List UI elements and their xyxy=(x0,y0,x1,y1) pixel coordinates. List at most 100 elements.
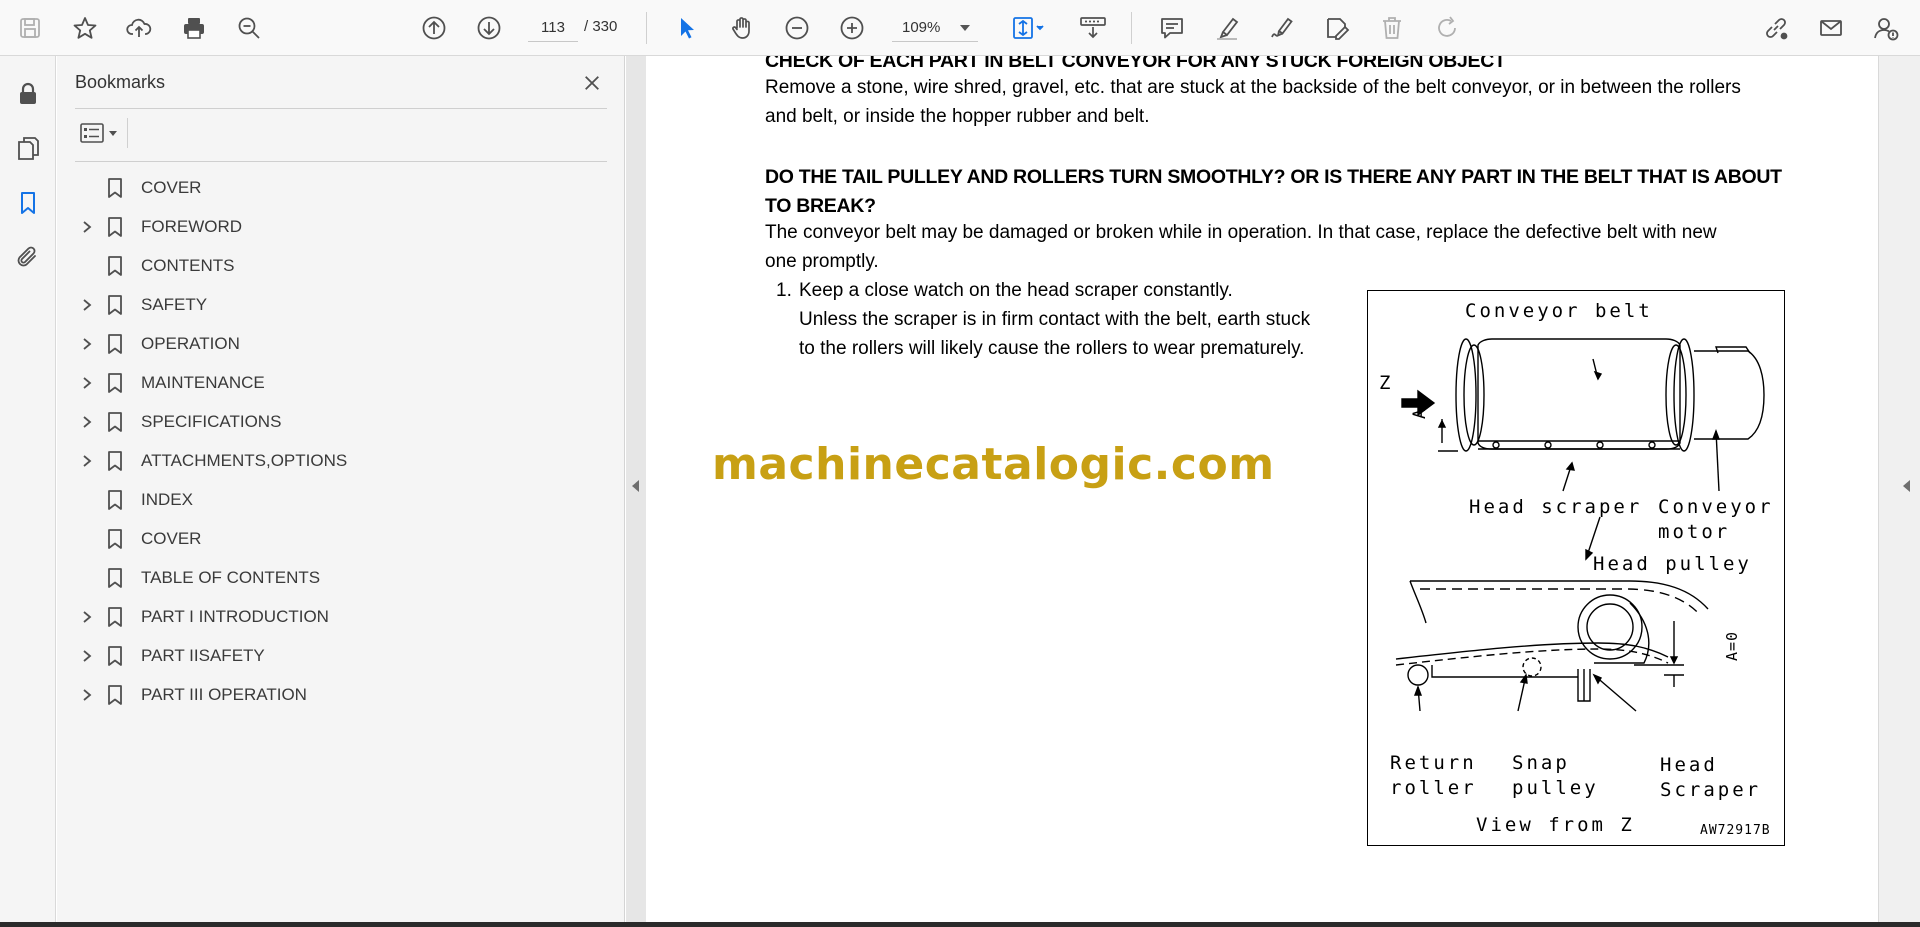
bookmark-icon xyxy=(103,526,127,552)
scroll-mode-icon[interactable] xyxy=(1075,12,1111,44)
chevron-right-icon[interactable] xyxy=(75,605,99,629)
bookmark-icon xyxy=(103,175,127,201)
email-icon[interactable] xyxy=(1815,12,1847,44)
bookmark-icon xyxy=(103,292,127,318)
bookmark-label: PART I INTRODUCTION xyxy=(141,606,329,626)
bookmark-label: CONTENTS xyxy=(141,255,235,275)
conveyor-belt-label: Conveyor belt xyxy=(1465,300,1653,322)
z-label: Z xyxy=(1379,372,1394,394)
bookmark-options-button[interactable] xyxy=(75,118,123,148)
select-arrow-icon[interactable] xyxy=(671,12,703,44)
chevron-down-icon xyxy=(960,24,970,31)
bookmark-icon xyxy=(103,565,127,591)
heading-tail-pulley: TO BREAK? xyxy=(765,195,876,217)
highlight-icon[interactable] xyxy=(1211,12,1243,44)
return-roller-label: roller xyxy=(1390,777,1477,799)
account-icon[interactable] xyxy=(1870,12,1902,44)
bookmark-item[interactable]: COVER xyxy=(75,519,607,558)
bookmarks-panel: Bookmarks COVER FOREWORD CONTENTS SAFETY OPE… xyxy=(57,56,625,922)
upload-icon[interactable] xyxy=(123,12,155,44)
bookmark-label: ATTACHMENTS,OPTIONS xyxy=(141,450,348,470)
bookmark-item[interactable]: SAFETY xyxy=(75,285,607,324)
watermark: machinecatalogic.com xyxy=(712,439,1275,490)
bookmark-item[interactable]: ATTACHMENTS,OPTIONS xyxy=(75,441,607,480)
close-icon[interactable] xyxy=(577,68,607,98)
page-down-icon[interactable] xyxy=(473,12,505,44)
bookmark-item[interactable]: MAINTENANCE xyxy=(75,363,607,402)
chevron-right-icon[interactable] xyxy=(75,371,99,395)
zoom-out-icon[interactable] xyxy=(781,12,813,44)
bookmark-item[interactable]: PART IISAFETY xyxy=(75,636,607,675)
bookmarks-icon[interactable] xyxy=(12,187,44,219)
bookmark-icon xyxy=(103,214,127,240)
hand-icon[interactable] xyxy=(726,12,758,44)
zoom-dropdown[interactable]: 109% xyxy=(892,14,978,42)
chevron-right-icon[interactable] xyxy=(75,410,99,434)
redo-icon[interactable] xyxy=(1431,12,1463,44)
bookmark-icon xyxy=(103,448,127,474)
heading-stuck-object: CHECK OF EACH PART IN BELT CONVEYOR FOR … xyxy=(765,56,1506,72)
bookmark-icon xyxy=(103,643,127,669)
page-number-input[interactable] xyxy=(528,14,578,42)
bookmark-label: FOREWORD xyxy=(141,216,243,236)
chevron-right-icon[interactable] xyxy=(75,332,99,356)
toolbar-divider xyxy=(1131,12,1132,44)
collapse-left-icon[interactable] xyxy=(632,480,639,492)
chevron-right-icon[interactable] xyxy=(75,215,99,239)
bookmark-icon xyxy=(103,409,127,435)
fill-sign-icon[interactable] xyxy=(1321,12,1353,44)
chevron-right-icon[interactable] xyxy=(75,683,99,707)
lock-icon[interactable] xyxy=(12,78,44,110)
save-icon[interactable] xyxy=(14,12,46,44)
bookmark-label: PART IISAFETY xyxy=(141,645,265,665)
bookmark-item[interactable]: CONTENTS xyxy=(75,246,607,285)
expand-right-pane-icon[interactable] xyxy=(1903,480,1910,492)
pages-icon[interactable] xyxy=(12,132,44,164)
chevron-right-icon[interactable] xyxy=(75,449,99,473)
bookmark-label: PART III OPERATION xyxy=(141,684,307,704)
bookmark-icon xyxy=(103,331,127,357)
zoom-value: 109% xyxy=(902,19,941,36)
bookmark-label: TABLE OF CONTENTS xyxy=(141,567,321,587)
panel-splitter[interactable] xyxy=(626,56,646,922)
share-link-icon[interactable] xyxy=(1760,12,1792,44)
bookmark-item[interactable]: PART I INTRODUCTION xyxy=(75,597,607,636)
chevron-right-icon[interactable] xyxy=(75,293,99,317)
star-icon[interactable] xyxy=(69,12,101,44)
document-page: CHECK OF EACH PART IN BELT CONVEYOR FOR … xyxy=(646,56,1878,922)
taskbar-edge xyxy=(0,922,1920,927)
bookmark-item[interactable]: INDEX xyxy=(75,480,607,519)
sign-icon[interactable] xyxy=(1266,12,1298,44)
zoom-in-icon[interactable] xyxy=(836,12,868,44)
head-pulley-label: Head pulley xyxy=(1593,553,1752,575)
find-icon[interactable] xyxy=(233,12,265,44)
bookmark-item[interactable]: OPERATION xyxy=(75,324,607,363)
bookmark-item[interactable]: SPECIFICATIONS xyxy=(75,402,607,441)
bookmark-item[interactable]: TABLE OF CONTENTS xyxy=(75,558,607,597)
print-icon[interactable] xyxy=(178,12,210,44)
paragraph-line: Remove a stone, wire shred, gravel, etc.… xyxy=(765,77,1741,98)
main-toolbar: / 330 109% xyxy=(0,0,1920,56)
return-roller-label: Return xyxy=(1390,752,1477,774)
heading-tail-pulley: DO THE TAIL PULLEY AND ROLLERS TURN SMOO… xyxy=(765,166,1782,188)
chevron-right-icon[interactable] xyxy=(75,644,99,668)
fit-page-icon[interactable] xyxy=(1006,12,1052,44)
attachment-icon[interactable] xyxy=(12,241,44,273)
delete-icon[interactable] xyxy=(1376,12,1408,44)
bookmark-item[interactable]: PART III OPERATION xyxy=(75,675,607,714)
right-pane-toggle[interactable] xyxy=(1878,56,1920,922)
document-viewport: CHECK OF EACH PART IN BELT CONVEYOR FOR … xyxy=(646,56,1878,922)
head-scraper-label: Head scraper xyxy=(1469,496,1643,518)
page-total: / 330 xyxy=(584,18,618,35)
bookmark-item[interactable]: COVER xyxy=(75,168,607,207)
toolbar-divider xyxy=(646,12,647,44)
bookmark-item[interactable]: FOREWORD xyxy=(75,207,607,246)
view-from-z-label: View from Z xyxy=(1476,814,1635,836)
figure-code: AW72917B xyxy=(1700,823,1771,838)
page-up-icon[interactable] xyxy=(418,12,450,44)
comment-icon[interactable] xyxy=(1156,12,1188,44)
list-item-line: Keep a close watch on the head scraper c… xyxy=(799,280,1233,301)
